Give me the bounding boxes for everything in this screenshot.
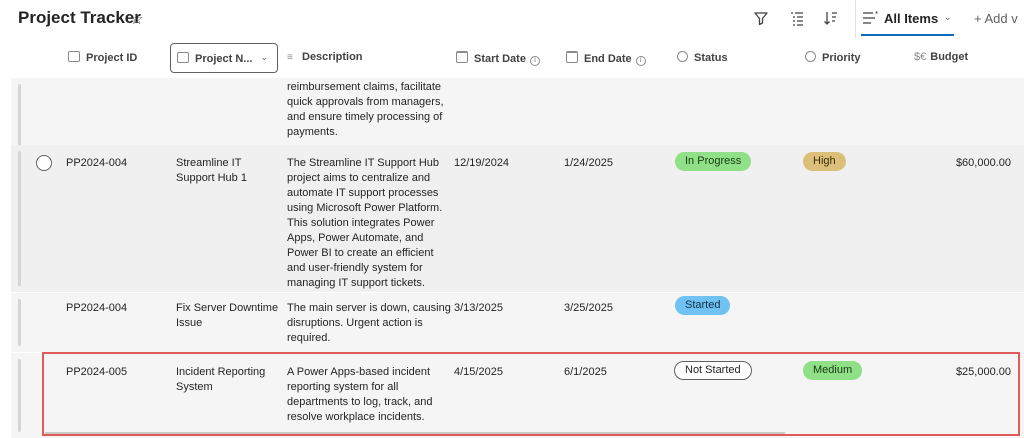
table-row[interactable]: PP2024-004 Fix Server Downtime Issue The… [11, 293, 1024, 352]
view-underline [861, 34, 954, 36]
project-id-cell: PP2024-004 [66, 157, 128, 169]
column-header-priority[interactable]: Priority [805, 51, 861, 64]
calendar-icon [456, 51, 468, 63]
chevron-down-icon: ⌄ [260, 52, 268, 62]
info-icon: i [529, 56, 540, 66]
budget-cell: $60,000.00 [955, 157, 1011, 169]
column-header-end-date[interactable]: End Date i [566, 51, 646, 66]
choice-icon [805, 51, 816, 62]
row-select-radio[interactable] [36, 155, 52, 171]
column-header-description[interactable]: ≡ Description [287, 51, 363, 63]
sort-icon[interactable] [822, 9, 840, 27]
view-label: All Items [884, 11, 939, 26]
description-cell: The main server is down, causing disrupt… [287, 302, 451, 344]
add-view-button[interactable]: + Add v [974, 11, 1018, 26]
column-header-project-id[interactable]: Project ID [68, 51, 137, 64]
calendar-icon [566, 51, 578, 63]
column-header-row: Project ID Project N... ⌄ ≡ Description S… [11, 38, 1024, 79]
filter-icon[interactable] [752, 9, 770, 27]
group-icon[interactable] [788, 9, 806, 27]
status-badge: Started [675, 296, 731, 315]
project-name-cell[interactable]: Streamline IT Support Hub 1 [176, 156, 247, 186]
project-name-cell[interactable]: Fix Server Downtime Issue [176, 301, 278, 331]
start-date-cell: 3/13/2025 [454, 302, 503, 314]
info-icon: i [635, 56, 646, 66]
command-bar: Project Tracker ☆ * All Items ⌄ + Add v [0, 0, 1024, 38]
description-cell: reimbursement claims, facilitate quick a… [287, 81, 444, 138]
table-row[interactable]: PP2024-004 Streamline IT Support Hub 1 T… [11, 145, 1024, 292]
end-date-cell: 3/25/2025 [564, 302, 613, 314]
project-id-cell: PP2024-004 [66, 302, 128, 314]
row-indicator [18, 151, 21, 286]
text-field-icon [68, 51, 80, 62]
choice-icon [677, 51, 688, 62]
start-date-cell: 12/19/2024 [454, 157, 510, 169]
view-lines-icon: * [863, 11, 878, 24]
text-field-icon [177, 52, 189, 63]
page-title: Project Tracker [18, 8, 141, 27]
view-selector[interactable]: * All Items ⌄ [855, 0, 964, 38]
column-header-budget[interactable]: $€ Budget [914, 51, 968, 63]
horizontal-scrollbar[interactable] [45, 432, 785, 434]
end-date-cell: 1/24/2025 [564, 157, 613, 169]
svg-text:*: * [875, 11, 878, 19]
priority-badge: High [803, 152, 846, 171]
star-icon[interactable]: ☆ [130, 10, 143, 28]
column-header-project-name[interactable]: Project N... ⌄ [170, 43, 278, 73]
multiline-text-icon: ≡ [287, 52, 293, 63]
column-header-start-date[interactable]: Start Date i [456, 51, 540, 66]
row-indicator [18, 359, 21, 432]
column-header-status[interactable]: Status [677, 51, 728, 64]
highlight-box [42, 352, 1020, 436]
chevron-down-icon: ⌄ [944, 12, 952, 22]
row-indicator [18, 299, 21, 346]
status-badge: In Progress [675, 152, 752, 171]
description-cell: The Streamline IT Support Hub project ai… [287, 157, 443, 289]
currency-icon: $€ [914, 51, 927, 63]
